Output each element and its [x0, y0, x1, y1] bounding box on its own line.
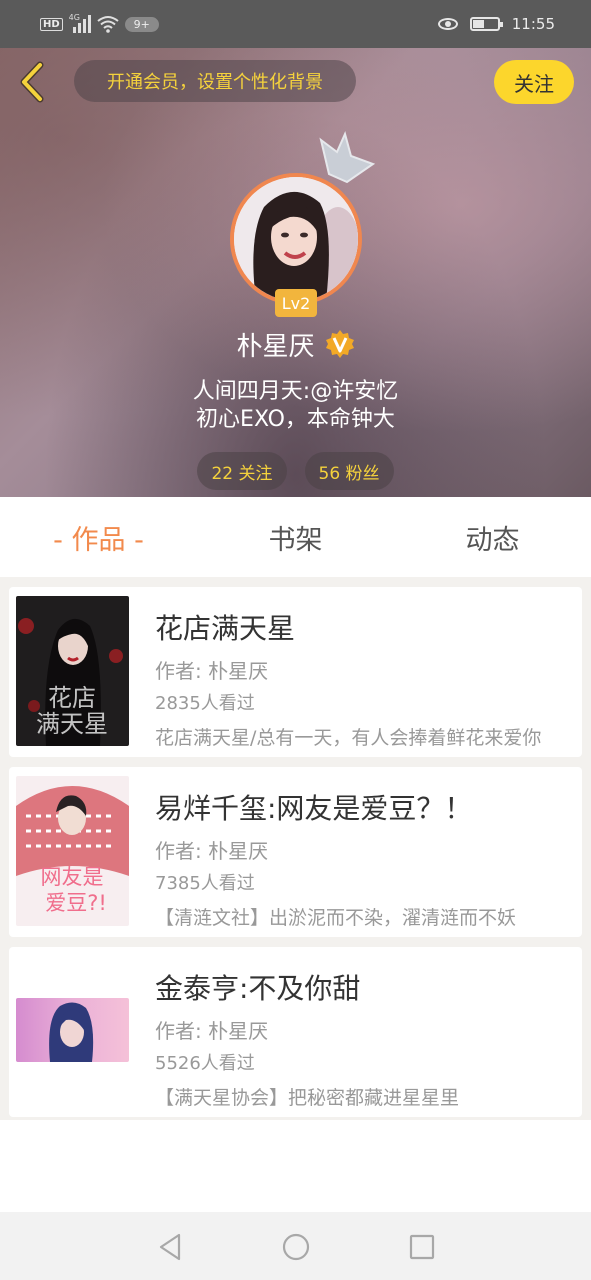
profile-header: 开通会员，设置个性化背景 关注 Lv2 朴星厌 人间四月天:@许安忆 初心EXO… — [0, 48, 591, 497]
book-cover: 网友是 爱豆?! — [16, 776, 129, 926]
eye-icon — [437, 18, 458, 30]
wifi-icon — [97, 16, 119, 33]
cover-title-line1: 网友是 — [41, 865, 104, 889]
stats-row: 22 关注 56 粉丝 — [0, 452, 591, 490]
system-nav-bar — [0, 1212, 591, 1280]
bio-line-2: 初心EXO，本命钟大 — [196, 407, 395, 432]
cover-title-line2: 满天星 — [36, 710, 108, 738]
status-right: 11:55 — [437, 11, 555, 37]
tab-bookshelf[interactable]: 书架 — [197, 497, 394, 577]
triangle-back-icon[interactable] — [155, 1232, 185, 1262]
clock: 11:55 — [511, 15, 555, 33]
bio: 人间四月天:@许安忆 初心EXO，本命钟大 — [0, 378, 591, 434]
vip-promo-button[interactable]: 开通会员，设置个性化背景 — [74, 60, 356, 102]
work-author: 作者: 朴星厌 — [155, 1019, 269, 1043]
status-bar: HD 4G 9+ 11:55 — [0, 0, 591, 48]
work-desc: 【满天星协会】把秘密都藏进星星里 — [155, 1087, 460, 1109]
avatar-photo — [234, 177, 358, 301]
list-item[interactable]: 花店 满天星 花店满天星 作者: 朴星厌 2835人看过 花店满天星/总有一天，… — [9, 587, 582, 757]
work-views: 5526人看过 — [155, 1053, 255, 1074]
work-views: 2835人看过 — [155, 693, 255, 714]
username: 朴星厌 — [236, 331, 315, 362]
follow-button[interactable]: 关注 — [494, 60, 574, 104]
avatar[interactable] — [230, 173, 362, 305]
signal-icon: 4G — [69, 13, 91, 33]
battery-icon — [469, 17, 503, 31]
work-title: 花店满天星 — [155, 612, 296, 645]
book-cover-art — [16, 998, 129, 1062]
tab-works[interactable]: - 作品 - — [0, 497, 197, 577]
work-desc: 【清涟文社】出淤泥而不染，濯清涟而不妖 — [155, 907, 517, 929]
username-row: 朴星厌 — [0, 322, 591, 366]
list-item[interactable]: 金泰亨:不及你甜 作者: 朴星厌 5526人看过 【满天星协会】把秘密都藏进星星… — [9, 947, 582, 1117]
work-author: 作者: 朴星厌 — [155, 659, 269, 683]
notification-badge: 9+ — [124, 16, 159, 32]
profile-tabs: - 作品 - 书架 动态 — [0, 497, 591, 577]
work-views: 7385人看过 — [155, 873, 255, 894]
hd-icon: HD — [40, 17, 63, 31]
work-title: 易烊千玺:网友是爱豆？！ — [155, 792, 473, 825]
work-title: 金泰亨:不及你甜 — [155, 972, 361, 1005]
cover-title-line1: 花店 — [48, 684, 96, 712]
work-desc: 花店满天星/总有一天，有人会捧着鲜花来爱你 — [155, 727, 542, 749]
followers-count-button[interactable]: 56 粉丝 — [304, 452, 394, 490]
circle-home-icon[interactable] — [281, 1232, 311, 1262]
chevron-left-icon[interactable] — [14, 60, 50, 104]
tab-activity[interactable]: 动态 — [394, 497, 591, 577]
list-item[interactable]: 网友是 爱豆?! 易烊千玺:网友是爱豆？！ 作者: 朴星厌 7385人看过 【清… — [9, 767, 582, 937]
cover-title-line2: 爱豆?! — [45, 891, 107, 915]
book-cover-art: 花店 满天星 — [16, 596, 129, 746]
book-cover-art: 网友是 爱豆?! — [16, 776, 129, 926]
square-recent-icon[interactable] — [407, 1232, 437, 1262]
level-badge: Lv2 — [275, 289, 317, 317]
verified-v-icon — [325, 330, 354, 358]
works-list: 花店 满天星 花店满天星 作者: 朴星厌 2835人看过 花店满天星/总有一天，… — [0, 577, 591, 1120]
book-cover: 花店 满天星 — [16, 596, 129, 746]
book-cover — [16, 998, 129, 1062]
battery-fill — [472, 20, 484, 28]
following-count-button[interactable]: 22 关注 — [197, 452, 287, 490]
status-left: HD 4G 9+ — [40, 12, 159, 36]
work-author: 作者: 朴星厌 — [155, 839, 269, 863]
bio-line-1: 人间四月天:@许安忆 — [192, 379, 399, 404]
